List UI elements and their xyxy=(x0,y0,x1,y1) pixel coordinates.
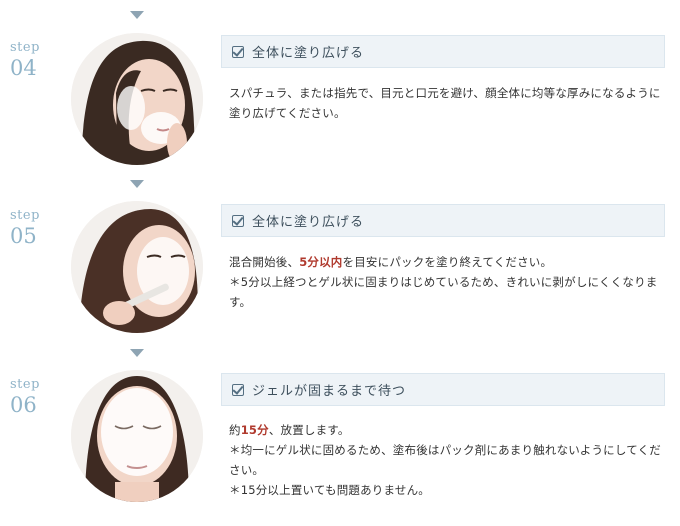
step-title: 全体に塗り広げる xyxy=(252,46,365,61)
description-text: 約 xyxy=(229,423,241,437)
description-text: スパチュラ、または指先で、目元と口元を避け、顔全体に均等な厚みになるように塗り広… xyxy=(229,86,661,120)
description-line: 約15分、放置します。 xyxy=(229,420,669,440)
down-arrow-icon xyxy=(130,180,144,188)
step-title: 全体に塗り広げる xyxy=(252,215,365,230)
description-text: 混合開始後、 xyxy=(229,255,300,269)
description-line: ＊15分以上置いても問題ありません。 xyxy=(229,480,669,500)
highlight-text: 5分以内 xyxy=(299,255,343,269)
step-photo xyxy=(71,370,203,502)
description-text: を目安にパックを塗り終えてください。 xyxy=(342,255,553,269)
step-photo xyxy=(71,201,203,333)
step-description: スパチュラ、または指先で、目元と口元を避け、顔全体に均等な厚みになるように塗り広… xyxy=(229,83,669,123)
step-description: 混合開始後、5分以内を目安にパックを塗り終えてください。 ＊5分以上経つとゲル状… xyxy=(229,252,669,312)
description-line: ＊5分以上経つとゲル状に固まりはじめているため、きれいに剥がしにくくなります。 xyxy=(229,272,669,312)
step-word: step xyxy=(10,377,40,392)
highlight-text: 15分 xyxy=(240,423,269,437)
step-title: ジェルが固まるまで待つ xyxy=(252,384,407,399)
step-label: step 05 xyxy=(10,208,70,247)
down-arrow-icon xyxy=(130,11,144,19)
checkbox-icon xyxy=(232,214,244,227)
description-line: ＊均一にゲル状に固めるため、塗布後はパック剤にあまり触れないようにしてください。 xyxy=(229,440,669,480)
step-description: 約15分、放置します。 ＊均一にゲル状に固めるため、塗布後はパック剤にあまり触れ… xyxy=(229,420,669,500)
checkbox-icon xyxy=(232,383,244,396)
step-title-bar: 全体に塗り広げる xyxy=(221,204,665,237)
step-title-bar: 全体に塗り広げる xyxy=(221,35,665,68)
step-photo xyxy=(71,33,203,165)
step-word: step xyxy=(10,40,40,55)
step-word: step xyxy=(10,208,40,223)
description-text: 、放置します。 xyxy=(268,423,350,437)
description-text: ＊15分以上置いても問題ありません。 xyxy=(229,483,430,497)
checkbox-icon xyxy=(232,45,244,58)
step-number: 05 xyxy=(10,224,37,248)
step-number: 06 xyxy=(10,393,37,417)
step-label: step 04 xyxy=(10,40,70,79)
description-line: スパチュラ、または指先で、目元と口元を避け、顔全体に均等な厚みになるように塗り広… xyxy=(229,83,669,123)
description-text: ＊均一にゲル状に固めるため、塗布後はパック剤にあまり触れないようにしてください。 xyxy=(229,443,661,477)
down-arrow-icon xyxy=(130,349,144,357)
step-number: 04 xyxy=(10,56,37,80)
step-title-bar: ジェルが固まるまで待つ xyxy=(221,373,665,406)
step-label: step 06 xyxy=(10,377,70,416)
description-line: 混合開始後、5分以内を目安にパックを塗り終えてください。 xyxy=(229,252,669,272)
description-text: ＊5分以上経つとゲル状に固まりはじめているため、きれいに剥がしにくくなります。 xyxy=(229,275,658,309)
